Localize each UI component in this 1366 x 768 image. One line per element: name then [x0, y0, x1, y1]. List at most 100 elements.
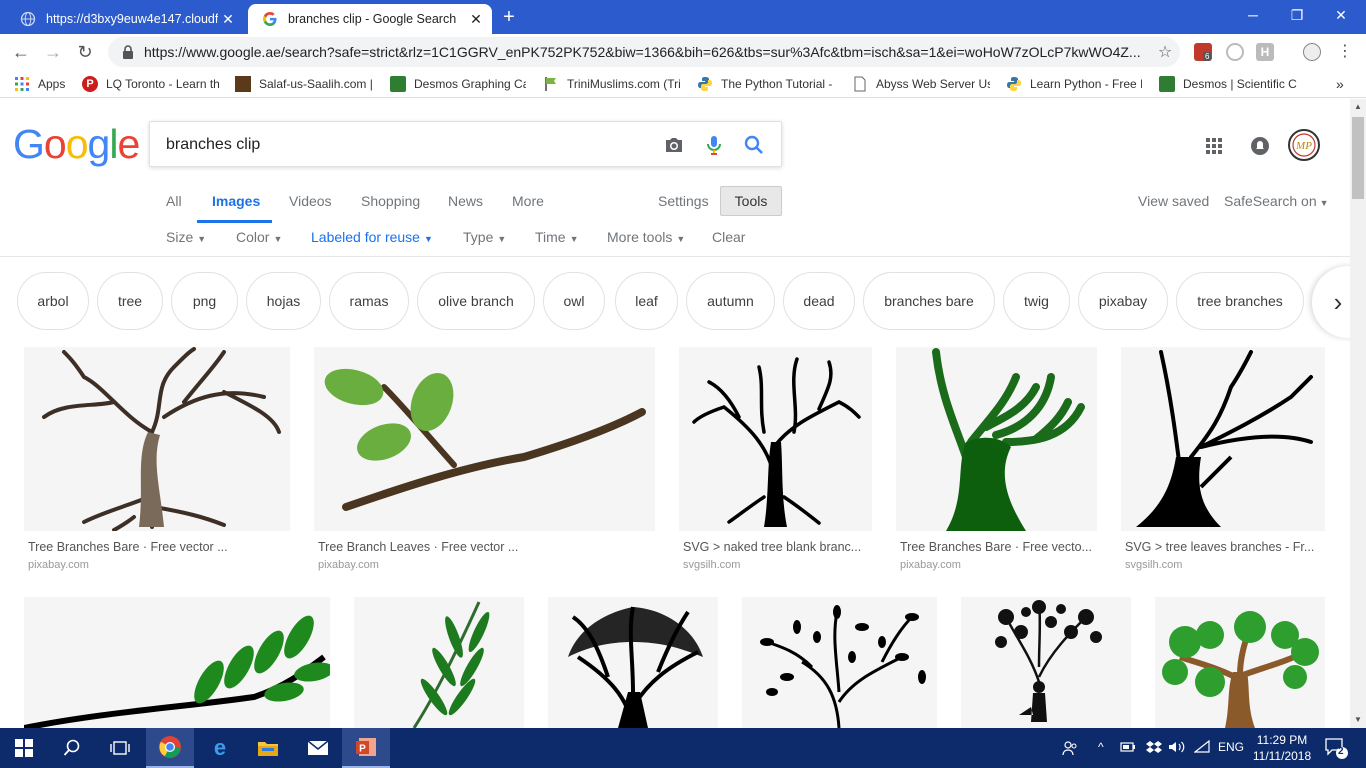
search-input[interactable]: branches clip [149, 121, 782, 167]
maximize-icon[interactable]: ❐ [1274, 4, 1320, 28]
window-close-icon[interactable]: ✕ [1318, 4, 1364, 28]
address-bar[interactable]: https://www.google.ae/search?safe=strict… [108, 37, 1180, 67]
bookmark-python-tutorial[interactable]: The Python Tutorial - [697, 75, 835, 93]
chip[interactable]: branches bare [863, 272, 995, 330]
result-thumbnail[interactable] [896, 347, 1097, 531]
scroll-down-icon[interactable]: ▼ [1350, 712, 1366, 728]
bookmark-trinimuslims[interactable]: TriniMuslims.com (Tri [543, 75, 681, 93]
image-result[interactable]: SVG > naked tree blank branc... svgsilh.… [679, 347, 872, 577]
people-icon[interactable] [1062, 740, 1078, 759]
tab-shopping[interactable]: Shopping [361, 193, 420, 209]
powerpoint-icon[interactable]: P [342, 728, 390, 768]
hola-icon[interactable]: H [1256, 43, 1274, 61]
action-center-icon[interactable]: 2 [1324, 736, 1348, 763]
wifi-icon[interactable] [1193, 739, 1210, 757]
image-result[interactable] [24, 597, 330, 728]
settings-link[interactable]: Settings [658, 193, 709, 209]
view-saved-link[interactable]: View saved [1138, 193, 1209, 209]
filter-size[interactable]: Size ▼ [166, 229, 206, 245]
account-avatar[interactable]: MP [1288, 129, 1320, 166]
bookmark-learn-python[interactable]: Learn Python - Free I [1006, 75, 1142, 93]
chip[interactable]: leaf [615, 272, 678, 330]
image-result[interactable] [742, 597, 937, 728]
result-thumbnail[interactable] [1121, 347, 1325, 531]
dropbox-icon[interactable] [1146, 740, 1162, 757]
microphone-icon[interactable] [702, 133, 726, 157]
tab-videos[interactable]: Videos [289, 193, 332, 209]
scroll-up-icon[interactable]: ▲ [1350, 99, 1366, 115]
image-result[interactable] [548, 597, 718, 728]
file-explorer-icon[interactable] [244, 728, 292, 768]
tab-more[interactable]: More [512, 193, 544, 209]
result-source[interactable]: pixabay.com [900, 559, 961, 571]
page-scrollbar[interactable]: ▲ ▼ [1350, 99, 1366, 728]
image-result[interactable] [354, 597, 524, 728]
camera-icon[interactable] [662, 133, 686, 157]
chip[interactable]: tree branches [1176, 272, 1304, 330]
task-view-icon[interactable] [96, 728, 144, 768]
chip[interactable]: dead [783, 272, 855, 330]
result-thumbnail[interactable] [679, 347, 872, 531]
chip[interactable]: tree [97, 272, 163, 330]
forward-icon[interactable]: → [42, 41, 64, 63]
result-thumbnail[interactable] [354, 597, 524, 728]
result-thumbnail[interactable] [24, 347, 290, 531]
chip[interactable]: twig [1003, 272, 1070, 330]
tools-button[interactable]: Tools [720, 186, 782, 216]
clear-filters-link[interactable]: Clear [712, 229, 745, 245]
chip[interactable]: png [171, 272, 238, 330]
google-logo[interactable]: Google [13, 121, 140, 168]
result-thumbnail[interactable] [24, 597, 330, 728]
edge-icon[interactable]: e [196, 728, 244, 768]
chip[interactable]: owl [543, 272, 605, 330]
chevron-up-icon[interactable]: ^ [1098, 740, 1104, 754]
filter-usage-rights[interactable]: Labeled for reuse ▼ [311, 229, 433, 245]
result-title[interactable]: Tree Branch Leaves · Free vector ... [318, 540, 518, 554]
result-source[interactable]: svgsilh.com [683, 559, 740, 571]
bookmark-abyss[interactable]: Abyss Web Server Us [852, 75, 990, 93]
image-result[interactable]: Tree Branch Leaves · Free vector ... pix… [314, 347, 655, 577]
tab-cloudfront[interactable]: https://d3bxy9euw4e147.cloudfr ✕ [6, 4, 244, 34]
result-source[interactable]: svgsilh.com [1125, 559, 1182, 571]
star-icon[interactable]: ☆ [1150, 42, 1180, 62]
tab-google-search[interactable]: branches clip - Google Search ✕ [248, 4, 492, 34]
result-title[interactable]: SVG > tree leaves branches - Fr... [1125, 540, 1314, 554]
result-thumbnail[interactable] [548, 597, 718, 728]
image-result[interactable]: Tree Branches Bare · Free vecto... pixab… [896, 347, 1097, 577]
filter-color[interactable]: Color ▼ [236, 229, 282, 245]
windows-start-icon[interactable] [0, 728, 48, 768]
chip[interactable]: olive branch [417, 272, 535, 330]
apps-grid-icon[interactable] [1204, 136, 1224, 161]
search-icon[interactable] [48, 728, 96, 768]
result-title[interactable]: Tree Branches Bare · Free vecto... [900, 540, 1092, 554]
skype-icon[interactable] [1226, 43, 1244, 61]
bookmark-salaf[interactable]: Salaf-us-Saalih.com | [235, 75, 375, 93]
language-indicator[interactable]: ENG [1218, 740, 1244, 754]
bookmark-lq-toronto[interactable]: P LQ Toronto - Learn th [82, 75, 222, 93]
result-thumbnail[interactable] [1155, 597, 1325, 728]
chip[interactable]: pixabay [1078, 272, 1168, 330]
chip[interactable]: autumn [686, 272, 775, 330]
image-result[interactable]: Tree Branches Bare · Free vector ... pix… [24, 347, 290, 577]
bookmark-desmos-graphing[interactable]: Desmos Graphing Ca [390, 75, 526, 93]
volume-icon[interactable] [1168, 740, 1186, 757]
image-result[interactable] [1155, 597, 1325, 728]
chip[interactable]: ramas [329, 272, 409, 330]
tab-all[interactable]: All [166, 193, 182, 209]
mail-icon[interactable] [294, 728, 342, 768]
bookmark-desmos-scientific[interactable]: Desmos | Scientific C [1159, 75, 1299, 93]
safesearch-dropdown[interactable]: SafeSearch on ▼ [1224, 193, 1329, 209]
result-thumbnail[interactable] [742, 597, 937, 728]
result-title[interactable]: Tree Branches Bare · Free vector ... [28, 540, 228, 554]
result-source[interactable]: pixabay.com [28, 559, 89, 571]
tab-news[interactable]: News [448, 193, 483, 209]
profile-avatar[interactable] [1303, 43, 1321, 61]
result-thumbnail[interactable] [314, 347, 655, 531]
ublock-icon[interactable]: 6 [1194, 43, 1212, 61]
scrollbar-thumb[interactable] [1352, 117, 1364, 199]
image-result[interactable] [961, 597, 1131, 728]
new-tab-icon[interactable]: + [498, 6, 520, 28]
more-bookmarks-icon[interactable]: » [1336, 75, 1350, 93]
filter-type[interactable]: Type ▼ [463, 229, 506, 245]
result-title[interactable]: SVG > naked tree blank branc... [683, 540, 861, 554]
